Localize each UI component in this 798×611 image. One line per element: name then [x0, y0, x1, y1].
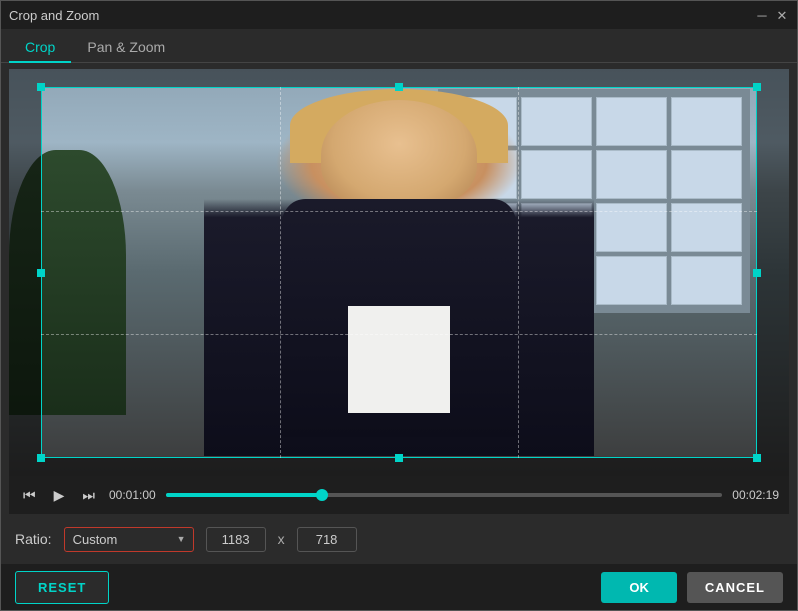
dimension-separator: x	[278, 531, 285, 547]
crop-grid-h2	[41, 334, 757, 335]
current-time: 00:01:00	[109, 488, 156, 502]
title-bar: Crop and Zoom ─ ✕	[1, 1, 797, 29]
forward-button[interactable]: ⏭	[78, 485, 99, 506]
window-title: Crop and Zoom	[9, 8, 99, 23]
reset-button[interactable]: RESET	[15, 571, 109, 604]
height-input[interactable]	[297, 527, 357, 552]
seek-bar[interactable]	[166, 493, 723, 497]
ratio-label: Ratio:	[15, 531, 52, 547]
playback-controls: ⏮ ▶ ⏭ 00:01:00 00:02:19	[9, 476, 789, 514]
width-input[interactable]	[206, 527, 266, 552]
crop-handle-top-right[interactable]	[753, 83, 761, 91]
crop-and-zoom-window: Crop and Zoom ─ ✕ Crop Pan & Zoom	[0, 0, 798, 611]
play-button[interactable]: ▶	[50, 485, 69, 506]
crop-handle-mid-top[interactable]	[395, 83, 403, 91]
window-controls: ─ ✕	[755, 8, 789, 22]
crop-border[interactable]	[41, 87, 757, 458]
tab-crop[interactable]: Crop	[9, 33, 71, 63]
bottom-bar: RESET OK CANCEL	[1, 564, 797, 610]
crop-handle-bottom-right[interactable]	[753, 454, 761, 462]
crop-handle-mid-left[interactable]	[37, 269, 45, 277]
crop-overlay[interactable]	[9, 69, 789, 476]
seek-thumb[interactable]	[316, 489, 328, 501]
crop-mask-right	[757, 87, 789, 458]
right-buttons: OK CANCEL	[601, 572, 783, 603]
seek-fill	[166, 493, 322, 497]
crop-handle-bottom-left[interactable]	[37, 454, 45, 462]
rewind-button[interactable]: ⏮	[19, 485, 40, 506]
video-preview-area	[9, 69, 789, 476]
crop-handle-mid-bottom[interactable]	[395, 454, 403, 462]
ratio-select[interactable]: Custom 16:9 4:3 1:1 9:16	[64, 527, 194, 552]
tab-pan-zoom[interactable]: Pan & Zoom	[71, 33, 181, 63]
ok-button[interactable]: OK	[601, 572, 677, 603]
crop-grid-v2	[518, 87, 519, 458]
tab-bar: Crop Pan & Zoom	[1, 29, 797, 63]
video-frame	[9, 69, 789, 476]
crop-handle-top-left[interactable]	[37, 83, 45, 91]
crop-grid-h1	[41, 211, 757, 212]
minimize-button[interactable]: ─	[755, 8, 769, 22]
ratio-select-wrapper: Custom 16:9 4:3 1:1 9:16	[64, 527, 194, 552]
close-button[interactable]: ✕	[775, 8, 789, 22]
crop-grid-v1	[280, 87, 281, 458]
ratio-bar: Ratio: Custom 16:9 4:3 1:1 9:16 x	[1, 514, 797, 564]
crop-handle-mid-right[interactable]	[753, 269, 761, 277]
total-time: 00:02:19	[732, 488, 779, 502]
cancel-button[interactable]: CANCEL	[687, 572, 783, 603]
